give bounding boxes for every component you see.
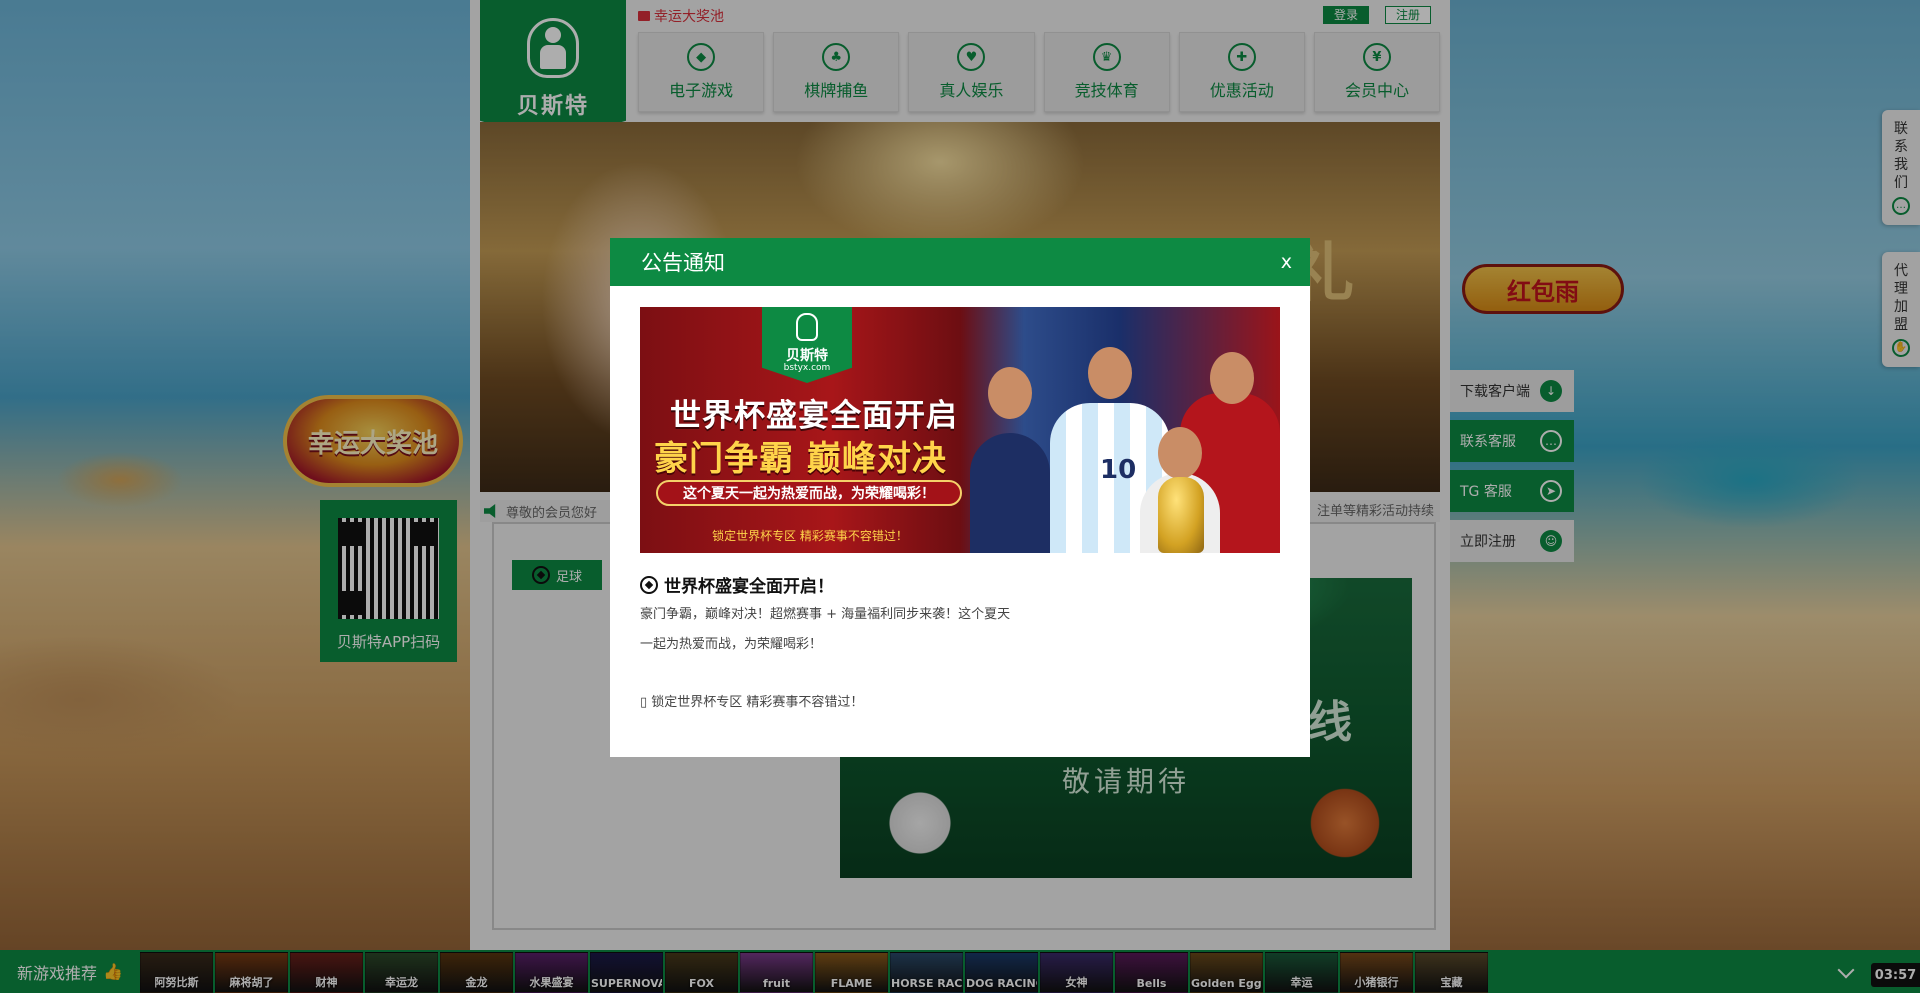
banner-headline: 世界杯盛宴全面开启 xyxy=(670,398,958,434)
notice-title: 世界杯盛宴全面开启！ xyxy=(640,572,1280,597)
banner-subheadline: 豪门争霸 巅峰对决 xyxy=(654,439,947,479)
player-head xyxy=(1088,347,1132,399)
modal-body: 世界杯盛宴全面开启！ 豪门争霸，巅峰对决！超燃赛事 + 海量福利同步来袭！这个夏… xyxy=(640,572,1280,713)
player-head xyxy=(988,367,1032,419)
jersey-number: 10 xyxy=(1100,455,1137,485)
banner-logo-site: bstyx.com xyxy=(783,363,831,373)
announcement-modal: 公告通知 x 贝斯特 bstyx.com 世界杯盛宴全面开启 豪门争霸 巅峰对决… xyxy=(610,238,1310,757)
player-head xyxy=(1210,352,1254,404)
notice-title-text: 世界杯盛宴全面开启！ xyxy=(664,577,834,597)
banner-logo-name: 贝斯特 xyxy=(786,348,828,364)
close-button[interactable]: x xyxy=(1281,251,1292,273)
notice-footer: ▯ 锁定世界杯专区 精彩赛事不容错过！ xyxy=(640,695,864,710)
modal-title: 公告通知 xyxy=(641,251,725,275)
world-cup-banner[interactable]: 贝斯特 bstyx.com 世界杯盛宴全面开启 豪门争霸 巅峰对决 这个夏天一起… xyxy=(640,307,1280,553)
knight-emblem-icon xyxy=(796,313,818,341)
banner-footer: 锁定世界杯专区 精彩赛事不容错过！ xyxy=(712,529,908,543)
trophy-icon xyxy=(1158,477,1204,553)
players-illustration: 10 xyxy=(970,307,1280,553)
soccer-ball-icon xyxy=(640,575,658,594)
player-figure xyxy=(970,433,1050,553)
banner-logo: 贝斯特 bstyx.com xyxy=(762,307,852,383)
banner-slogan: 这个夏天一起为热爱而战，为荣耀喝彩！ xyxy=(656,480,962,506)
modal-header: 公告通知 x xyxy=(610,238,1310,286)
notice-text: 一起为热爱而战，为荣耀喝彩！ xyxy=(640,637,823,652)
notice-text: 豪门争霸，巅峰对决！超燃赛事 + 海量福利同步来袭！这个夏天 xyxy=(640,607,1011,622)
player-head xyxy=(1158,427,1202,479)
